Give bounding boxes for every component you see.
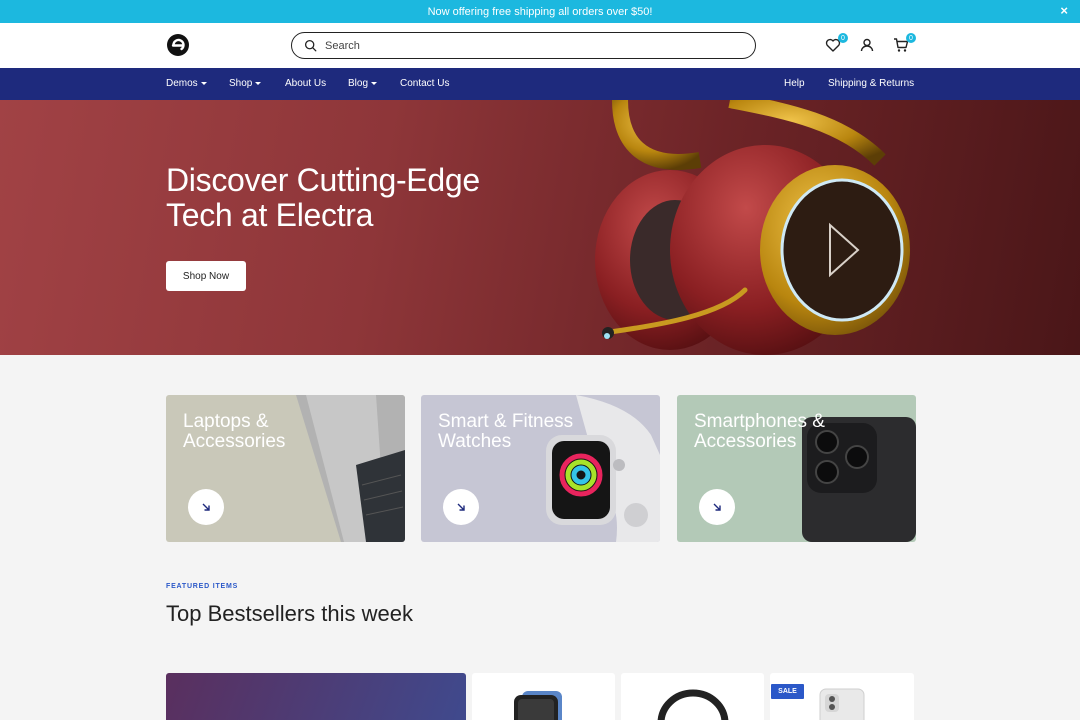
wishlist-count-badge: 0 xyxy=(838,33,848,43)
arrow-down-right-icon[interactable] xyxy=(443,489,479,525)
nav-item-help[interactable]: Help xyxy=(784,78,805,89)
cart-count-badge: 0 xyxy=(906,33,916,43)
user-icon xyxy=(860,38,874,52)
section-title: Top Bestsellers this week xyxy=(166,601,413,626)
nav-label: Shipping & Returns xyxy=(828,78,915,89)
nav-label: Shop xyxy=(229,78,253,89)
wishlist-button[interactable]: 0 xyxy=(825,33,848,55)
headphones-image xyxy=(595,100,910,355)
nav-item-contact-us[interactable]: Contact Us xyxy=(400,78,449,89)
nav-item-demos[interactable]: Demos xyxy=(166,78,207,89)
site-header: Search 0 0 xyxy=(0,23,1080,68)
section-eyebrow: FEATURED ITEMS xyxy=(166,583,239,590)
nav-item-shipping-returns[interactable]: Shipping & Returns xyxy=(828,78,914,89)
category-title: Smart & Fitness Watches xyxy=(438,411,574,452)
caret-down-icon xyxy=(200,81,207,85)
category-title: Laptops & Accessories xyxy=(183,411,286,452)
main-nav: Demos Shop About Us Blog Contact Us Help… xyxy=(0,68,1080,100)
announcement-bar: Now offering free shipping all orders ov… xyxy=(0,0,1080,23)
nav-label: Blog xyxy=(348,78,369,89)
arrow-down-right-icon[interactable] xyxy=(699,489,735,525)
search-input[interactable]: Search xyxy=(291,32,756,59)
nav-item-blog[interactable]: Blog xyxy=(348,78,378,89)
category-card-laptops[interactable]: Laptops & Accessories xyxy=(166,395,405,542)
nav-item-about-us[interactable]: About Us xyxy=(285,78,326,89)
sale-badge: SALE xyxy=(771,684,804,699)
headphones-image xyxy=(657,689,729,720)
announcement-text: Now offering free shipping all orders ov… xyxy=(427,5,653,18)
nav-label: Contact Us xyxy=(400,78,450,89)
category-title: Smartphones & Accessories xyxy=(694,411,825,452)
nav-item-shop[interactable]: Shop xyxy=(229,78,262,89)
search-placeholder: Search xyxy=(325,39,360,52)
product-card[interactable] xyxy=(472,673,615,720)
hero-banner: Discover Cutting-Edge Tech at Electra Sh… xyxy=(0,100,1080,355)
caret-down-icon xyxy=(255,81,262,85)
category-card-watches[interactable]: Smart & Fitness Watches xyxy=(421,395,660,542)
cart-button[interactable]: 0 xyxy=(893,33,916,55)
hero-title: Discover Cutting-Edge Tech at Electra xyxy=(166,162,480,233)
account-button[interactable] xyxy=(859,37,877,55)
product-card[interactable] xyxy=(621,673,764,720)
featured-promo-card[interactable] xyxy=(166,673,466,720)
smartwatch-image xyxy=(514,691,562,720)
category-card-smartphones[interactable]: Smartphones & Accessories xyxy=(677,395,916,542)
shop-now-button[interactable]: Shop Now xyxy=(166,261,246,291)
caret-down-icon xyxy=(371,81,378,85)
arrow-down-right-icon[interactable] xyxy=(188,489,224,525)
nav-label: About Us xyxy=(285,78,327,89)
search-icon xyxy=(304,39,317,52)
logo[interactable] xyxy=(166,33,190,57)
nav-label: Help xyxy=(784,78,805,89)
nav-label: Demos xyxy=(166,78,198,89)
close-icon[interactable]: × xyxy=(1060,3,1068,18)
